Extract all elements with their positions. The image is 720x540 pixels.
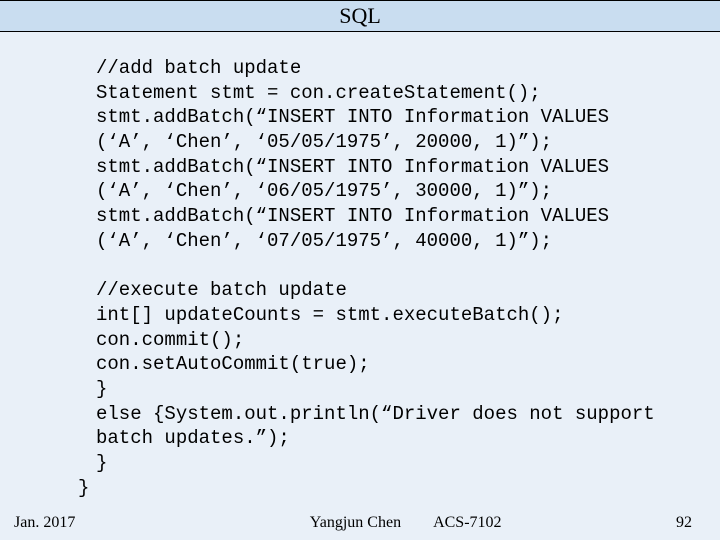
code-line: //add batch update bbox=[96, 57, 301, 79]
code-line: batch updates.”); bbox=[96, 427, 290, 449]
code-line: } bbox=[96, 378, 107, 400]
code-block: //add batch update Statement stmt = con.… bbox=[0, 32, 720, 500]
code-line: //execute batch update bbox=[96, 279, 347, 301]
code-line: (‘A’, ‘Chen’, ‘07/05/1975’, 40000, 1)”); bbox=[96, 230, 552, 252]
footer-page-number: 92 bbox=[676, 514, 692, 532]
slide-footer: Jan. 2017 Yangjun Chen ACS-7102 92 bbox=[0, 514, 720, 532]
code-line: con.commit(); bbox=[96, 329, 244, 351]
code-line: stmt.addBatch(“INSERT INTO Information V… bbox=[96, 205, 609, 227]
footer-author: Yangjun Chen bbox=[310, 514, 401, 531]
code-line: stmt.addBatch(“INSERT INTO Information V… bbox=[96, 106, 609, 128]
code-line: Statement stmt = con.createStatement(); bbox=[96, 82, 541, 104]
footer-course: ACS-7102 bbox=[433, 514, 501, 531]
code-line: } bbox=[78, 476, 700, 501]
code-line: con.setAutoCommit(true); bbox=[96, 353, 370, 375]
title-bar: SQL bbox=[0, 0, 720, 32]
code-line: else {System.out.println(“Driver does no… bbox=[96, 403, 655, 425]
footer-center: Yangjun Chen ACS-7102 bbox=[75, 514, 676, 532]
code-line: (‘A’, ‘Chen’, ‘06/05/1975’, 30000, 1)”); bbox=[96, 180, 552, 202]
footer-date: Jan. 2017 bbox=[14, 514, 75, 532]
code-line: (‘A’, ‘Chen’, ‘05/05/1975’, 20000, 1)”); bbox=[96, 131, 552, 153]
code-line: int[] updateCounts = stmt.executeBatch()… bbox=[96, 304, 563, 326]
code-line: } bbox=[96, 452, 107, 474]
page-title: SQL bbox=[339, 3, 381, 29]
code-line: stmt.addBatch(“INSERT INTO Information V… bbox=[96, 156, 609, 178]
